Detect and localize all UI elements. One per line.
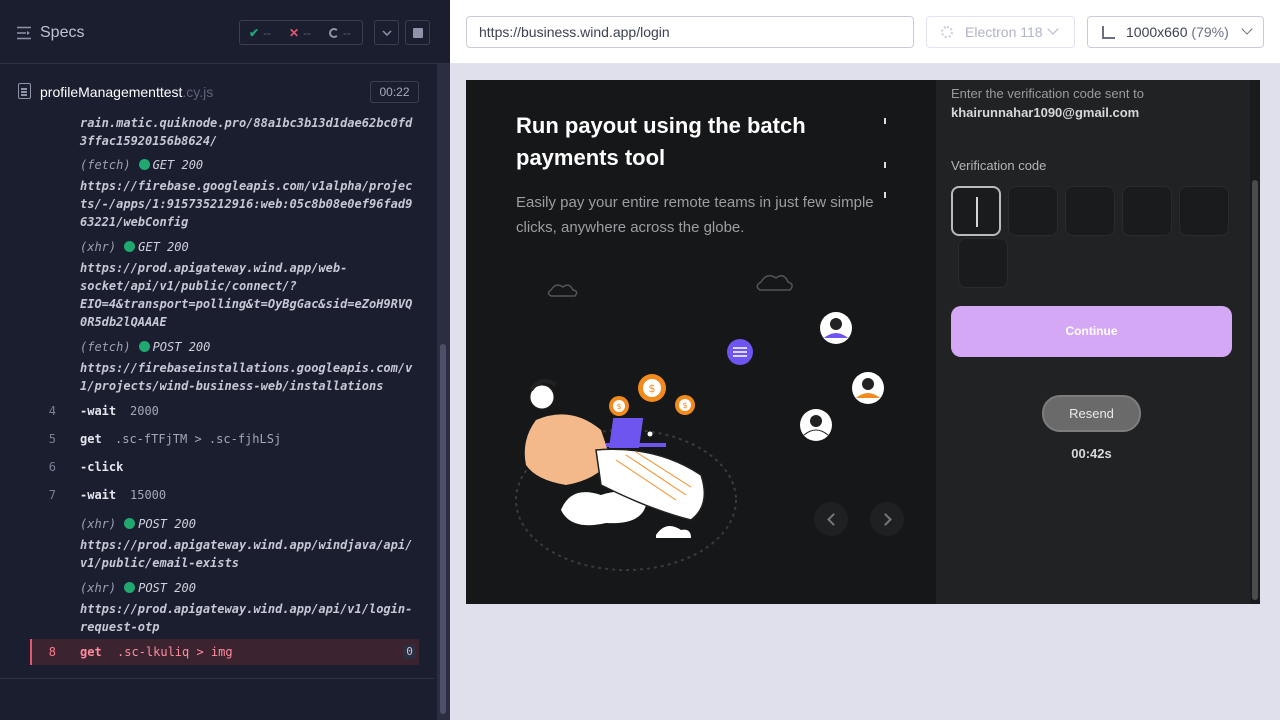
divider bbox=[884, 162, 886, 168]
otp-digit-1[interactable] bbox=[951, 186, 1001, 236]
request-url: https://firebase.googleapis.com/v1alpha/… bbox=[80, 179, 413, 229]
url-bar[interactable]: https://business.wind.app/login bbox=[466, 16, 914, 48]
promo-headline: Run payout using the batch payments tool bbox=[516, 113, 806, 170]
otp-digit-4[interactable] bbox=[1122, 186, 1172, 236]
otp-digit-3[interactable] bbox=[1065, 186, 1115, 236]
app-preview-panel: https://business.wind.app/login Electron… bbox=[450, 0, 1280, 720]
request-url: https://prod.apigateway.wind.app/api/v1/… bbox=[80, 602, 413, 634]
verification-panel: Enter the verification code sent to khai… bbox=[936, 80, 1260, 604]
passed-stat: ✔ -- bbox=[249, 25, 272, 40]
spec-file-name: profileManagementtest.cy.js bbox=[40, 84, 214, 100]
request-url: https://firebaseinstallations.googleapis… bbox=[80, 361, 413, 393]
pending-stat: -- bbox=[320, 26, 360, 40]
prev-slide-button[interactable] bbox=[814, 502, 848, 536]
browser-selector[interactable]: Electron 118 bbox=[926, 16, 1075, 48]
preview-toolbar: https://business.wind.app/login Electron… bbox=[450, 0, 1280, 64]
svg-text:$: $ bbox=[682, 401, 687, 410]
command-row[interactable]: 4 -wait 2000 bbox=[0, 398, 419, 424]
dropdown-button[interactable] bbox=[374, 20, 399, 45]
chevron-down-icon bbox=[1047, 23, 1059, 35]
command-row[interactable]: 7 -wait 15000 bbox=[0, 482, 419, 508]
scrollbar-thumb[interactable] bbox=[1252, 180, 1258, 600]
status-dot bbox=[138, 159, 150, 170]
file-icon bbox=[18, 83, 31, 99]
element-count-badge: 0 bbox=[403, 645, 416, 659]
request-url: https://prod.apigateway.wind.app/windjav… bbox=[80, 538, 413, 570]
command-row[interactable]: 6 -click bbox=[0, 454, 419, 480]
specs-title: Specs bbox=[40, 24, 85, 41]
request-url: https://prod.apigateway.wind.app/web- so… bbox=[80, 261, 413, 329]
resend-timer: 00:42s bbox=[1071, 446, 1112, 461]
verification-info: Enter the verification code sent to khai… bbox=[951, 86, 1144, 120]
browser-icon bbox=[941, 26, 953, 38]
email-address: khairunnahar1090@gmail.com bbox=[951, 105, 1140, 120]
status-dot bbox=[124, 241, 136, 252]
divider bbox=[0, 678, 434, 679]
command-row-active[interactable]: 8 get .sc-lkuliq > img 0 bbox=[30, 639, 419, 665]
resend-button[interactable]: Resend bbox=[1042, 395, 1141, 432]
otp-digit-5[interactable] bbox=[1179, 186, 1229, 236]
promo-panel: Run payout using the batch payments tool… bbox=[466, 80, 936, 604]
svg-text:$: $ bbox=[649, 382, 656, 395]
spec-file-row[interactable]: profileManagementtest.cy.js 00:22 bbox=[0, 76, 434, 108]
next-slide-button[interactable] bbox=[870, 502, 904, 536]
specs-list-icon[interactable] bbox=[17, 26, 32, 40]
log-scrollbar[interactable] bbox=[437, 64, 450, 720]
test-stats: ✔ -- ✕ -- -- bbox=[239, 20, 363, 45]
otp-digit-2[interactable] bbox=[1008, 186, 1058, 236]
divider bbox=[884, 118, 886, 124]
chevron-down-icon bbox=[381, 29, 392, 36]
viewport-selector[interactable]: 1000x660 (79%) bbox=[1087, 16, 1264, 48]
status-dot bbox=[138, 341, 150, 352]
divider bbox=[884, 192, 886, 198]
spec-duration: 00:22 bbox=[370, 81, 419, 103]
check-icon: ✔ bbox=[249, 25, 260, 40]
app-scrollbar[interactable] bbox=[1250, 80, 1260, 604]
specs-header: Specs ✔ -- ✕ -- -- bbox=[0, 0, 450, 64]
svg-text:$: $ bbox=[616, 402, 621, 411]
chevron-left-icon bbox=[826, 512, 840, 526]
otp-digit-6[interactable] bbox=[958, 238, 1008, 288]
command-log: rain.matic.quiknode.pro/88a1bc3b13d1dae6… bbox=[0, 114, 434, 678]
continue-button[interactable]: Continue bbox=[951, 306, 1232, 357]
verification-code-label: Verification code bbox=[951, 158, 1047, 173]
spinner-icon bbox=[329, 27, 339, 38]
promo-subtext: Easily pay your entire remote teams in j… bbox=[516, 194, 874, 236]
ruler-icon bbox=[1102, 26, 1115, 39]
chevron-down-icon bbox=[1241, 23, 1253, 35]
payments-illustration: $ $ $ bbox=[515, 275, 884, 571]
command-row[interactable]: 5 get .sc-fTFjTM > .sc-fjhLSj bbox=[0, 426, 419, 452]
stop-button[interactable] bbox=[405, 20, 430, 45]
chevron-right-icon bbox=[878, 512, 892, 526]
cross-icon: ✕ bbox=[289, 25, 300, 40]
status-dot bbox=[124, 582, 136, 593]
failed-stat: ✕ -- bbox=[289, 25, 312, 40]
log-url: rain.matic.quiknode.pro/88a1bc3b13d1dae6… bbox=[80, 116, 413, 148]
scrollbar-thumb[interactable] bbox=[440, 344, 446, 714]
stop-icon bbox=[412, 27, 423, 38]
cypress-runner-panel: Specs ✔ -- ✕ -- -- profileManagementtest.c… bbox=[0, 0, 450, 720]
app-iframe: Run payout using the batch payments tool… bbox=[466, 80, 1260, 604]
status-dot bbox=[124, 518, 136, 529]
